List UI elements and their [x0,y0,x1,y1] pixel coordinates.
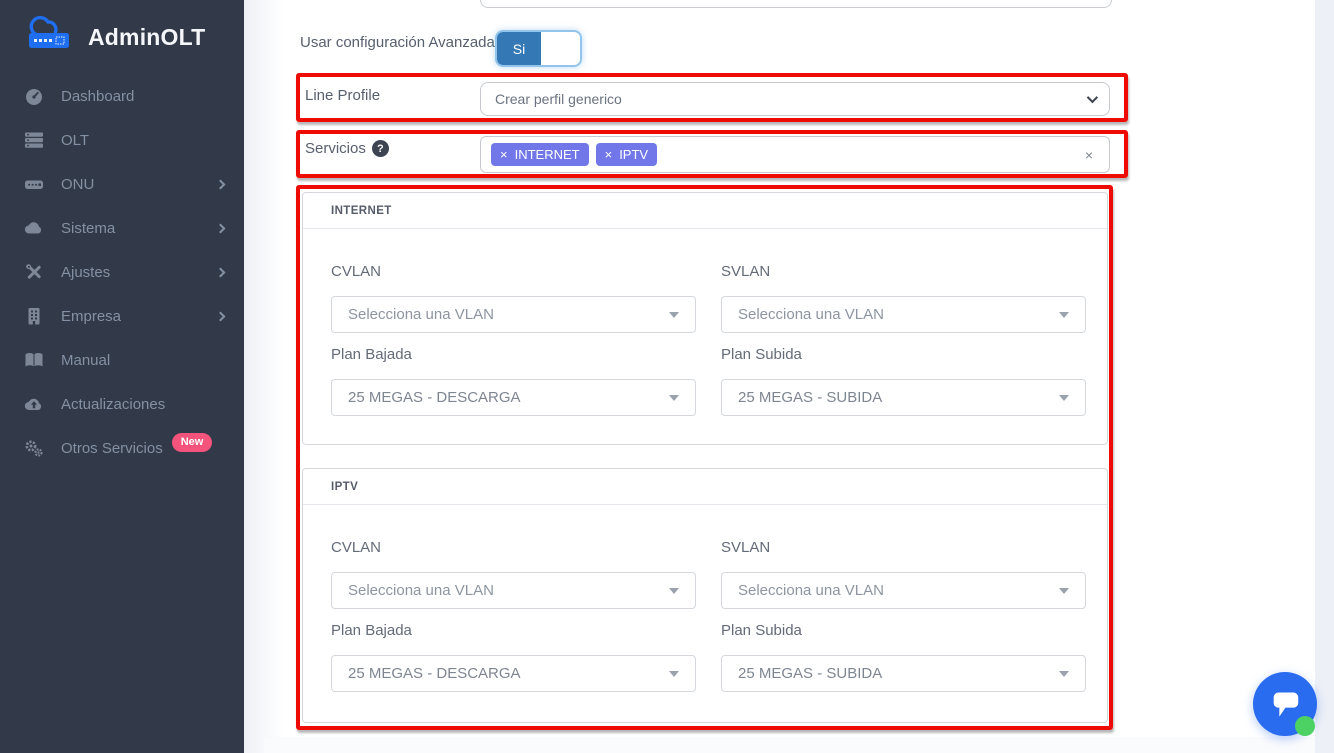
page-background-strip [1315,0,1334,753]
cvlan-select[interactable]: Selecciona una VLAN [331,572,696,609]
sidebar-item-otros-servicios[interactable]: Otros Servicios New [0,426,244,470]
truncated-input-field[interactable] [480,0,1112,8]
chevron-down-icon [1087,92,1098,103]
caret-down-icon [1059,312,1069,318]
chat-bubble-icon [1268,685,1302,724]
remove-tag-icon[interactable]: × [605,148,613,161]
remove-tag-icon[interactable]: × [500,148,508,161]
cvlan-label: CVLAN [331,263,381,280]
sidebar-item-label: Otros Servicios [61,440,163,457]
sidebar-item-manual[interactable]: Manual [0,338,244,382]
sidebar-item-actualizaciones[interactable]: Actualizaciones [0,382,244,426]
adminolt-logo-icon [22,14,78,61]
main-content: Usar configuración Avanzada Si Line Prof… [244,0,1334,753]
sidebar-item-dashboard[interactable]: Dashboard [0,74,244,118]
servicios-label-wrap: Servicios ? [305,140,389,157]
card-title: IPTV [303,469,1107,505]
iptv-service-card: IPTV CVLAN SVLAN Selecciona una VLAN Sel… [302,468,1108,723]
server-icon [22,130,46,150]
plan-subida-select[interactable]: 25 MEGAS - SUBIDA [721,655,1086,692]
caret-down-icon [669,312,679,318]
servicios-multiselect[interactable]: × INTERNET × IPTV × [480,136,1110,173]
caret-down-icon [1059,588,1069,594]
sidebar-item-label: Dashboard [61,88,134,105]
brand[interactable]: AdminOLT [0,0,244,72]
tag-iptv: × IPTV [596,143,658,166]
chevron-right-icon [216,267,226,277]
advanced-config-label: Usar configuración Avanzada [300,34,495,51]
sidebar-nav: Dashboard OLT ONU Sistema Ajus [0,74,244,470]
chevron-right-icon [216,179,226,189]
sidebar-item-ajustes[interactable]: Ajustes [0,250,244,294]
plan-subida-value: 25 MEGAS - SUBIDA [738,665,882,682]
clear-select-icon[interactable]: × [1085,147,1093,163]
sidebar-item-onu[interactable]: ONU [0,162,244,206]
plan-subida-value: 25 MEGAS - SUBIDA [738,389,882,406]
sidebar-item-label: Sistema [61,220,115,237]
tools-icon [22,262,46,282]
advanced-config-toggle[interactable]: Si [495,30,582,67]
building-icon [22,306,46,326]
online-status-dot [1295,716,1315,736]
plan-subida-label: Plan Subida [721,622,802,639]
plan-bajada-label: Plan Bajada [331,622,412,639]
gauge-icon [22,86,46,106]
plan-bajada-value: 25 MEGAS - DESCARGA [348,389,521,406]
router-icon [22,174,46,194]
sidebar-item-label: OLT [61,132,89,149]
page-background-bottom [264,737,1315,753]
tag-label: IPTV [619,147,648,162]
cloud-icon [22,218,46,238]
plan-subida-label: Plan Subida [721,346,802,363]
caret-down-icon [1059,395,1069,401]
svlan-label: SVLAN [721,263,770,280]
sidebar-item-label: Ajustes [61,264,110,281]
plan-bajada-select[interactable]: 25 MEGAS - DESCARGA [331,655,696,692]
cvlan-value: Selecciona una VLAN [348,306,494,323]
plan-bajada-label: Plan Bajada [331,346,412,363]
cloud-upload-icon [22,394,46,414]
sidebar: AdminOLT Dashboard OLT ONU Sistema [0,0,244,753]
cvlan-label: CVLAN [331,539,381,556]
gears-icon [22,438,46,458]
sidebar-item-label: Empresa [61,308,121,325]
internet-service-card: INTERNET CVLAN SVLAN Selecciona una VLAN… [302,192,1108,445]
caret-down-icon [669,588,679,594]
svlan-value: Selecciona una VLAN [738,582,884,599]
sidebar-item-label: Actualizaciones [61,396,165,413]
toggle-on-state: Si [497,32,541,65]
sidebar-item-empresa[interactable]: Empresa [0,294,244,338]
chevron-right-icon [216,311,226,321]
sidebar-item-label: Manual [61,352,110,369]
cvlan-select[interactable]: Selecciona una VLAN [331,296,696,333]
sidebar-item-sistema[interactable]: Sistema [0,206,244,250]
brand-name: AdminOLT [88,24,205,51]
plan-bajada-select[interactable]: 25 MEGAS - DESCARGA [331,379,696,416]
sidebar-item-olt[interactable]: OLT [0,118,244,162]
svlan-value: Selecciona una VLAN [738,306,884,323]
line-profile-label: Line Profile [305,87,380,104]
book-icon [22,350,46,370]
caret-down-icon [669,671,679,677]
line-profile-select[interactable]: Crear perfil generico [480,82,1110,116]
svlan-select[interactable]: Selecciona una VLAN [721,296,1086,333]
content-left-shadow [244,0,284,753]
svlan-select[interactable]: Selecciona una VLAN [721,572,1086,609]
tag-internet: × INTERNET [491,143,589,166]
new-badge: New [172,433,213,452]
caret-down-icon [1059,671,1069,677]
caret-down-icon [669,395,679,401]
chevron-right-icon [216,223,226,233]
line-profile-value: Crear perfil generico [495,91,622,107]
tag-label: INTERNET [515,147,580,162]
svlan-label: SVLAN [721,539,770,556]
cvlan-value: Selecciona una VLAN [348,582,494,599]
sidebar-item-label: ONU [61,176,94,193]
help-question-icon[interactable]: ? [372,140,389,157]
card-title: INTERNET [303,193,1107,229]
plan-bajada-value: 25 MEGAS - DESCARGA [348,665,521,682]
servicios-label: Servicios [305,140,366,157]
plan-subida-select[interactable]: 25 MEGAS - SUBIDA [721,379,1086,416]
